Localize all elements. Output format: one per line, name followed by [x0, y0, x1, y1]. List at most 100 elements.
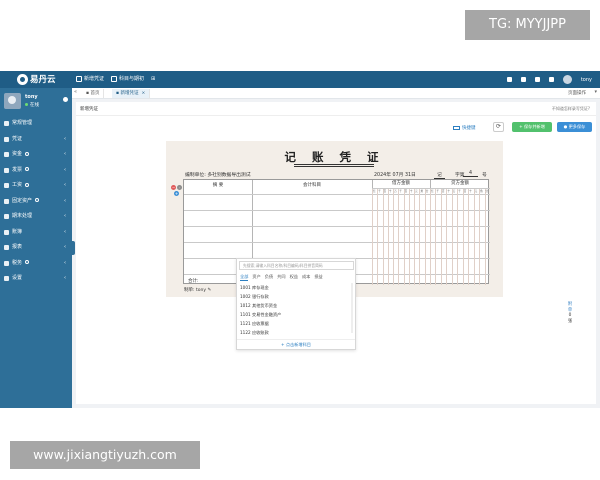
voucher-number[interactable]: 4 [463, 171, 479, 177]
tab-home[interactable]: ▪ 首页 [82, 89, 105, 98]
maker-info: 制单: tony ✎ [184, 288, 212, 293]
tab-liabilities[interactable]: 负债 [265, 274, 273, 281]
digit-column-label: 千 [458, 190, 461, 193]
digit-column-line [468, 189, 470, 285]
list-item[interactable]: 1002 银行存款 [240, 292, 354, 301]
digit-column-label: 万 [394, 190, 397, 193]
refresh-button[interactable]: ⟳ [493, 122, 504, 132]
list-item[interactable]: 1121 应收票据 [240, 319, 354, 328]
voucher-type[interactable]: 记 [434, 171, 445, 179]
digit-column-line [424, 189, 426, 285]
sidebar-item-salary[interactable]: 工资 ‹ [0, 178, 72, 194]
chevron-left-icon: ‹ [64, 182, 66, 188]
list-item[interactable]: 1001 库存现金 [240, 283, 354, 292]
gear-icon [4, 121, 9, 126]
invoice-icon [4, 167, 9, 173]
sidebar-item-voucher[interactable]: 凭证 ‹ [0, 132, 72, 148]
digit-column-label: 十 [409, 190, 413, 193]
edit-icon[interactable]: ✎ [207, 288, 211, 293]
top-right-tools: tony [506, 75, 592, 84]
digit-column-line [387, 189, 389, 285]
main-content: 新增凭证 不知道怎样录写凭证? 快捷键 ⟳ + 保存并新增 ● 更多保存 记 账… [76, 102, 596, 404]
shortcut-button[interactable]: 快捷键 [453, 125, 476, 131]
digit-column-line [403, 189, 405, 285]
page-operations[interactable]: 页面操作 [568, 90, 586, 96]
digit-column-line [393, 189, 395, 285]
copy-row-icon[interactable]: ◦ [177, 185, 182, 190]
tab-new-voucher[interactable]: ▪ 新增凭证 × [112, 89, 151, 98]
funds-icon [4, 152, 9, 157]
avatar [4, 93, 21, 109]
digit-column-line [372, 189, 373, 285]
remove-row-icon[interactable]: − [171, 185, 176, 190]
tab-all[interactable]: 全部 [240, 274, 249, 281]
list-item[interactable]: 1101 交易性金融资产 [240, 310, 354, 319]
digit-column-label: 十 [469, 190, 472, 193]
home-icon[interactable] [506, 77, 512, 82]
salary-icon [4, 183, 9, 188]
voucher-unit: 编制单位: 多社别数据导出测试 [185, 173, 251, 178]
sidebar-item-reports[interactable]: 报表 ‹ [0, 240, 72, 256]
list-item[interactable]: 1012 其他货币资金 [240, 301, 354, 310]
scrollbar[interactable] [351, 283, 353, 333]
chevron-left-icon: ‹ [64, 244, 66, 250]
help-link[interactable]: 不知道怎样录写凭证? [552, 106, 590, 112]
info-icon[interactable] [63, 97, 68, 102]
sidebar-collapse-handle[interactable] [71, 241, 75, 255]
chevron-left-icon: ‹ [64, 213, 66, 219]
sidebar-item-fixed-assets[interactable]: 固定资产 ‹ [0, 194, 72, 210]
top-user-name[interactable]: tony [581, 77, 592, 83]
add-icon[interactable]: ⊞ [151, 76, 155, 82]
report-icon [4, 245, 9, 250]
badge-icon [35, 198, 40, 202]
badge-icon [25, 167, 30, 171]
tab-common[interactable]: 共同 [277, 274, 285, 281]
top-nav-new-voucher[interactable]: 新增凭证 [76, 75, 104, 82]
logo-icon [17, 74, 28, 85]
subject-search-input[interactable]: 先搜索,请输入科目名称/科目编码/科目拼音简码 [239, 261, 354, 270]
digit-column-label: 角 [480, 190, 483, 193]
digit-column-label: 千 [436, 190, 440, 193]
chevron-down-icon[interactable]: ▾ [594, 89, 597, 95]
add-row-icon[interactable]: + [174, 191, 179, 196]
top-nav-subjects[interactable]: 科目与期初 [111, 75, 144, 82]
voucher-date[interactable]: 2024年 07月 31日 [374, 171, 416, 178]
header-credit: 贷方金额 [451, 181, 469, 186]
list-item[interactable]: 1122 应收账款 [240, 328, 354, 337]
digit-column-line [451, 189, 453, 285]
sidebar-item-tax[interactable]: 税务 ‹ [0, 256, 72, 272]
sidebar-item-funds[interactable]: 资金 ‹ [0, 147, 72, 163]
total-label: 合计: [188, 279, 199, 284]
sidebar-item-settings[interactable]: 设置 ‹ [0, 271, 72, 287]
row-divider [184, 242, 490, 243]
tab-assets[interactable]: 资产 [252, 274, 260, 281]
close-icon[interactable]: × [141, 91, 145, 96]
digit-column-label: 百 [383, 190, 387, 193]
digit-column-line [398, 189, 400, 285]
sidebar-item-period-end[interactable]: 期末处理 ‹ [0, 209, 72, 225]
user-avatar-small[interactable] [562, 75, 572, 84]
add-subject-button[interactable]: + 点击新增科目 [237, 339, 355, 349]
top-nav: 新增凭证 科目与期初 ⊞ [76, 75, 155, 82]
sidebar-item-general[interactable]: 常规管理 [0, 116, 72, 132]
digit-column-label: 分 [425, 190, 429, 193]
digit-column-label: 元 [415, 190, 418, 193]
sidebar-item-ledger[interactable]: 账簿 ‹ [0, 225, 72, 241]
notification-icon[interactable] [520, 77, 526, 82]
screenshot-root: TG: MYYJJPP 易丹云 新增凭证 科目与期初 ⊞ tony tony 在… [0, 0, 600, 480]
tab-profit-loss[interactable]: 损益 [314, 274, 322, 281]
sidebar-item-invoice[interactable]: 发票 ‹ [0, 163, 72, 179]
tab-equity[interactable]: 权益 [290, 274, 298, 281]
tab-cost[interactable]: 成本 [302, 274, 310, 281]
lock-icon[interactable] [534, 77, 540, 82]
fullscreen-icon[interactable] [548, 77, 554, 82]
tabs-scroll-left-icon[interactable]: « [74, 89, 77, 95]
digit-column-line [484, 189, 486, 285]
voucher-no-suffix: 号 [482, 173, 487, 178]
chevron-left-icon: ‹ [64, 275, 66, 281]
more-save-button[interactable]: ● 更多保存 [557, 122, 592, 132]
digit-column-line [377, 189, 379, 285]
save-and-new-button[interactable]: + 保存并新增 [512, 122, 552, 132]
watermark-bottom: www.jixiangtiyuzh.com [10, 441, 200, 469]
top-bar: 易丹云 新增凭证 科目与期初 ⊞ tony [0, 71, 600, 88]
